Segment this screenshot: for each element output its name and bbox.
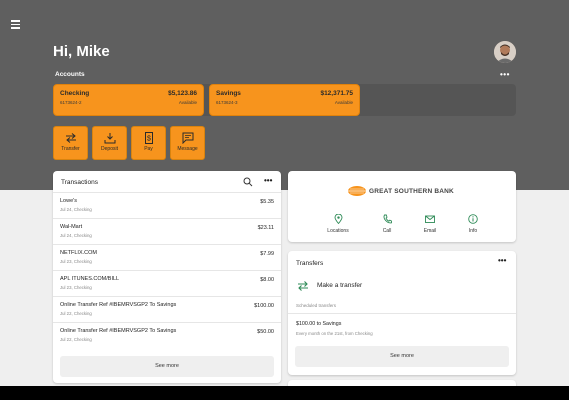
- bank-card: GREAT SOUTHERN BANK Locations Call Email…: [288, 171, 516, 242]
- transactions-list: Lowe's Jul 24, Checking $5.35 Wal-Mart J…: [53, 192, 281, 348]
- transactions-more-icon[interactable]: •••: [264, 176, 272, 185]
- info-icon: [468, 214, 478, 224]
- account-number: 6173624-2: [60, 100, 82, 105]
- bank-name: GREAT SOUTHERN BANK: [369, 187, 454, 195]
- quick-action-label: Pay: [144, 146, 153, 152]
- transaction-date: Jul 22, Checking: [60, 311, 92, 316]
- hamburger-menu-icon[interactable]: [11, 20, 20, 31]
- account-card-savings[interactable]: Savings $12,371.75 6173624-3 Available: [209, 84, 360, 116]
- transaction-amount: $50.00: [257, 329, 274, 335]
- account-name: Checking: [60, 90, 90, 97]
- transaction-description: Online Transfer Ref #IBEMRVSGP2 To Savin…: [60, 328, 177, 334]
- transaction-date: Jul 24, Checking: [60, 233, 92, 238]
- transactions-title: Transactions: [61, 179, 98, 186]
- transaction-date: Jul 24, Checking: [60, 207, 92, 212]
- quick-action-label: Transfer: [61, 146, 80, 152]
- bank-action-info[interactable]: Info: [453, 214, 493, 234]
- transaction-description: Wal-Mart: [60, 224, 83, 230]
- pay-icon: $: [144, 132, 153, 144]
- bottom-system-bar: [0, 386, 569, 400]
- transaction-row[interactable]: APL ITUNES.COM/BILL Jul 23, Checking $8.…: [53, 270, 281, 296]
- accounts-label: Accounts: [55, 71, 85, 78]
- transaction-row[interactable]: NETFLIX.COM Jul 23, Checking $7.99: [53, 244, 281, 270]
- accounts-more-icon[interactable]: •••: [500, 70, 510, 79]
- transaction-date: Jul 23, Checking: [60, 285, 92, 290]
- avatar[interactable]: [494, 41, 516, 63]
- quick-action-label: Message: [177, 146, 198, 152]
- transaction-row[interactable]: Online Transfer Ref #IBEMRVSGP2 To Savin…: [53, 322, 281, 348]
- bank-action-label: Call: [382, 228, 392, 234]
- greeting-title: Hi, Mike: [53, 43, 110, 60]
- deposit-icon: [104, 133, 115, 144]
- transaction-row[interactable]: Online Transfer Ref #IBEMRVSGP2 To Savin…: [53, 296, 281, 322]
- transfers-see-more-button[interactable]: See more: [295, 346, 509, 367]
- bank-action-call[interactable]: Call: [367, 214, 407, 234]
- transaction-row[interactable]: Wal-Mart Jul 24, Checking $23.11: [53, 218, 281, 244]
- transactions-see-more-button[interactable]: See more: [60, 356, 274, 377]
- account-balance: $12,371.75: [320, 90, 353, 97]
- transfer-arrows-icon: [298, 281, 308, 291]
- scheduled-transfer-frequency: Every month on the 21st, from Checking: [296, 331, 373, 336]
- transaction-description: APL ITUNES.COM/BILL: [60, 276, 120, 282]
- bank-logo-icon: [348, 186, 366, 196]
- transfer-icon: [65, 133, 76, 143]
- transfers-more-icon[interactable]: •••: [498, 256, 506, 265]
- transfers-card: Transfers ••• Make a transfer Scheduled …: [288, 251, 516, 375]
- transaction-date: Jul 23, Checking: [60, 259, 92, 264]
- transaction-amount: $23.11: [257, 225, 274, 231]
- scheduled-transfer-amount[interactable]: $100.00 to Savings: [296, 321, 341, 327]
- account-number: 6173624-3: [216, 100, 238, 105]
- transaction-row[interactable]: Lowe's Jul 24, Checking $5.35: [53, 192, 281, 218]
- svg-text:$: $: [147, 136, 151, 143]
- message-icon: [182, 132, 193, 144]
- location-pin-icon: [334, 214, 342, 224]
- quick-action-deposit[interactable]: Deposit: [92, 126, 127, 160]
- quick-action-pay[interactable]: $ Pay: [131, 126, 166, 160]
- transaction-date: Jul 22, Checking: [60, 337, 92, 342]
- account-name: Savings: [216, 90, 241, 97]
- bank-action-label: Email: [423, 228, 437, 234]
- email-icon: [425, 215, 435, 223]
- transaction-amount: $5.35: [260, 199, 274, 205]
- scheduled-transfers-label: Scheduled transfers: [296, 303, 337, 308]
- transaction-amount: $7.99: [260, 251, 274, 257]
- transaction-description: NETFLIX.COM: [60, 250, 97, 256]
- transaction-amount: $100.00: [254, 303, 274, 309]
- transfers-title: Transfers: [296, 260, 324, 267]
- account-card-checking[interactable]: Checking $5,123.86 6173624-2 Available: [53, 84, 204, 116]
- transaction-description: Lowe's: [60, 198, 77, 204]
- account-available-label: Available: [178, 100, 197, 105]
- bank-action-locations[interactable]: Locations: [318, 214, 358, 234]
- bank-action-label: Locations: [327, 228, 349, 234]
- account-balance: $5,123.86: [168, 90, 197, 97]
- transaction-description: Online Transfer Ref #IBEMRVSGP2 To Savin…: [60, 302, 177, 308]
- search-icon[interactable]: [243, 177, 253, 187]
- account-available-label: Available: [334, 100, 353, 105]
- bank-logo: GREAT SOUTHERN BANK: [348, 186, 454, 196]
- divider: [288, 313, 516, 314]
- phone-icon: [383, 214, 392, 224]
- bank-action-email[interactable]: Email: [410, 214, 450, 234]
- quick-action-message[interactable]: Message: [170, 126, 205, 160]
- transactions-card: Transactions ••• Lowe's Jul 24, Checking…: [53, 171, 281, 383]
- transaction-amount: $8.00: [260, 277, 274, 283]
- bank-action-label: Info: [468, 228, 478, 234]
- quick-action-label: Deposit: [101, 146, 118, 152]
- make-transfer-link[interactable]: Make a transfer: [317, 282, 362, 289]
- quick-action-transfer[interactable]: Transfer: [53, 126, 88, 160]
